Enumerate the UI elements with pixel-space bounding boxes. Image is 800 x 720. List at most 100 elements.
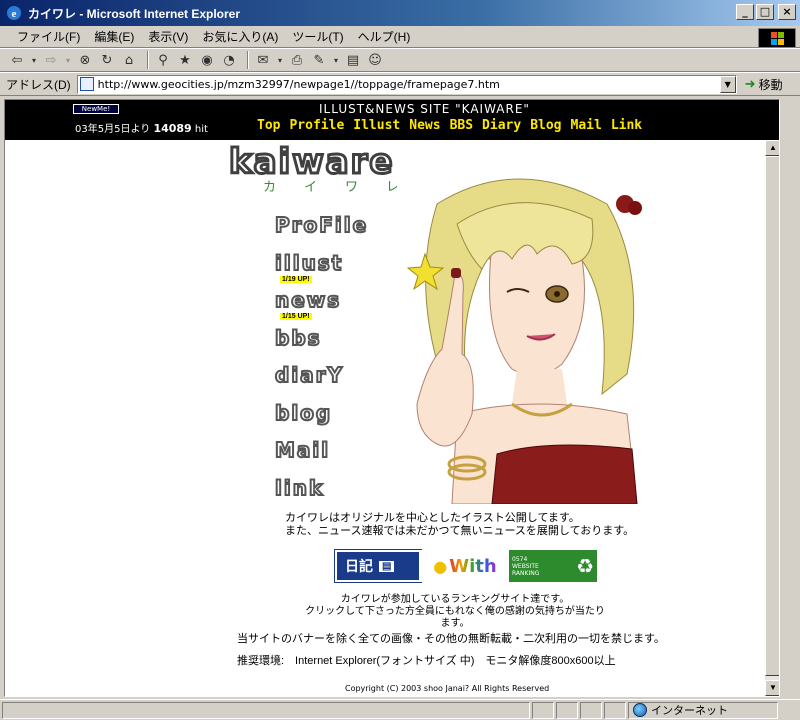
copyright-line: Copyright (C) 2003 shoo Janai? All Right…: [345, 684, 550, 693]
counter-suffix: hit: [194, 124, 208, 135]
toolbar-separator: [147, 51, 149, 69]
nav-news[interactable]: News: [409, 118, 440, 133]
nav-illust[interactable]: Illust: [353, 118, 400, 133]
print-icon[interactable]: ⎙: [288, 51, 306, 69]
menu-mail-link[interactable]: Mail: [274, 435, 368, 473]
address-url: http://www.geocities.jp/mzm32997/newpage…: [97, 77, 500, 91]
status-message: [2, 701, 530, 719]
notebook-icon: ▤: [379, 560, 395, 572]
site-title: ILLUST&NEWS SITE "KAIWARE": [319, 102, 530, 116]
nav-profile[interactable]: Profile: [289, 118, 344, 133]
edit-icon[interactable]: ✎: [310, 51, 328, 69]
nav-mail[interactable]: Mail: [571, 118, 602, 133]
news-update-badge: 1/15 UP!: [280, 313, 312, 320]
globe-icon: [633, 703, 647, 717]
menu-diary-link[interactable]: diarY: [274, 360, 368, 398]
0574-banner-label: 0574 WEBSITE RANKING: [512, 555, 540, 577]
scroll-thumb[interactable]: [765, 156, 779, 676]
back-dropdown-icon[interactable]: ▾: [30, 51, 38, 69]
forward-dropdown-icon[interactable]: ▾: [64, 51, 72, 69]
status-bar: インターネット: [0, 699, 800, 720]
intro-text: カイワレはオリジナルを中心としたイラスト公開してます。 また、ニュース速報では未…: [285, 512, 634, 538]
stop-icon[interactable]: ⊗: [76, 51, 94, 69]
toolbar-separator: [247, 51, 249, 69]
menu-bbs-link[interactable]: bbs: [274, 323, 368, 361]
go-button[interactable]: ➜ 移動: [745, 76, 783, 93]
menu-view[interactable]: 表示(V): [141, 28, 195, 45]
windows-logo-icon: [758, 28, 796, 48]
newme-badge[interactable]: NewMe!: [73, 104, 119, 114]
window-title: カイワレ - Microsoft Internet Explorer: [28, 6, 241, 21]
mail-dropdown-icon[interactable]: ▾: [276, 51, 284, 69]
copyright-notice: 当サイトのバナーを除く全ての画像・その他の無断転載・二次利用の一切を禁じます。: [237, 633, 665, 645]
menu-link-link[interactable]: link: [274, 473, 368, 511]
menu-profile-link[interactable]: ProFile: [274, 210, 368, 248]
intro-line-2: また、ニュース速報では未だかつて無いニュースを展開しております。: [285, 525, 635, 537]
nav-bbs[interactable]: BBS: [450, 118, 473, 133]
maximize-icon[interactable]: □: [756, 4, 774, 20]
close-icon[interactable]: ×: [778, 4, 796, 20]
top-nav: Top Profile Illust News BBS Diary Blog M…: [257, 118, 642, 133]
scroll-down-icon[interactable]: ▼: [765, 680, 779, 696]
address-bar: アドレス(D) http://www.geocities.jp/mzm32997…: [0, 72, 800, 96]
security-zone: インターネット: [628, 701, 778, 719]
search-icon[interactable]: ⚲: [154, 51, 172, 69]
menu-bar: ファイル(F) 編集(E) 表示(V) お気に入り(A) ツール(T) ヘルプ(…: [0, 26, 800, 48]
address-label: アドレス(D): [6, 77, 71, 92]
nav-blog[interactable]: Blog: [530, 118, 561, 133]
refresh-icon[interactable]: ↻: [98, 51, 116, 69]
media-icon[interactable]: ◉: [198, 51, 216, 69]
forward-icon[interactable]: ⇨: [42, 51, 60, 69]
discuss-icon[interactable]: ▤: [344, 51, 362, 69]
main-menu: ProFile illust 1/19 UP! news 1/15 UP! bb…: [274, 210, 368, 511]
ranking-banners: 日記 ▤ ● With 0574 WEBSITE RANKING ♻: [334, 549, 597, 583]
menu-tools[interactable]: ツール(T): [285, 28, 350, 45]
with-ranking-banner[interactable]: ● With: [421, 550, 509, 582]
hit-counter: 03年5月5日より 14089 hit: [75, 120, 208, 135]
ie-icon: e: [7, 6, 21, 20]
diary-banner-label: 日記: [345, 558, 373, 574]
ranking-text: カイワレが参加しているランキングサイト達です。 クリックして下さった方全員にもれ…: [305, 594, 605, 630]
main-frame: kaiware カイワレ ProFile illust 1/19 UP! new…: [5, 140, 765, 696]
window-titlebar[interactable]: e カイワレ - Microsoft Internet Explorer _ □…: [0, 0, 800, 26]
diary-ranking-banner[interactable]: 日記 ▤: [334, 549, 422, 583]
nav-top[interactable]: Top: [257, 118, 280, 133]
intro-line-1: カイワレはオリジナルを中心としたイラスト公開してます。: [285, 512, 580, 524]
back-icon[interactable]: ⇦: [8, 51, 26, 69]
menu-help[interactable]: ヘルプ(H): [351, 28, 418, 45]
mail-icon[interactable]: ✉: [254, 51, 272, 69]
standard-toolbar: ⇦ ▾ ⇨ ▾ ⊗ ↻ ⌂ ⚲ ★ ◉ ◔ ✉ ▾ ⎙ ✎ ▾ ▤ ☺: [0, 48, 800, 72]
recommended-environment: 推奨環境: Internet Explorer(フォントサイズ 中) モニタ解像…: [237, 655, 616, 667]
illust-update-badge: 1/19 UP!: [280, 275, 312, 283]
address-dropdown-icon[interactable]: ▼: [719, 75, 736, 93]
menu-file[interactable]: ファイル(F): [10, 28, 87, 45]
home-icon[interactable]: ⌂: [120, 51, 138, 69]
menu-blog-link[interactable]: blog: [274, 398, 368, 436]
go-label: 移動: [758, 77, 783, 92]
ranking-line-1: カイワレが参加しているランキングサイト達です。: [340, 594, 570, 605]
menu-favorites[interactable]: お気に入り(A): [195, 28, 285, 45]
minimize-icon[interactable]: _: [736, 4, 754, 20]
chick-icon: ●: [433, 556, 448, 576]
ranking-line-2: クリックして下さった方全員にもれなく俺の感謝の気持ちが当たります。: [305, 606, 605, 629]
scroll-up-icon[interactable]: ▲: [765, 140, 779, 156]
nav-link[interactable]: Link: [611, 118, 642, 133]
status-cell: [532, 701, 554, 719]
favorites-icon[interactable]: ★: [176, 51, 194, 69]
status-cell: [556, 701, 578, 719]
recycle-icon: ♻: [576, 553, 594, 578]
vertical-scrollbar[interactable]: ▲ ▼: [765, 140, 779, 696]
nav-diary[interactable]: Diary: [482, 118, 521, 133]
address-input[interactable]: http://www.geocities.jp/mzm32997/newpage…: [76, 74, 737, 94]
status-cell: [580, 701, 602, 719]
messenger-icon[interactable]: ☺: [366, 51, 384, 69]
history-icon[interactable]: ◔: [220, 51, 238, 69]
menu-edit[interactable]: 編集(E): [87, 28, 141, 45]
browser-content: NewMe! 03年5月5日より 14089 hit ILLUST&NEWS S…: [4, 99, 780, 697]
counter-value: 14089: [153, 122, 192, 135]
edit-dropdown-icon[interactable]: ▾: [332, 51, 340, 69]
svg-text:e: e: [12, 8, 17, 20]
character-illustration: [397, 164, 645, 504]
status-cell: [604, 701, 626, 719]
website-ranking-banner[interactable]: 0574 WEBSITE RANKING ♻: [509, 550, 597, 582]
